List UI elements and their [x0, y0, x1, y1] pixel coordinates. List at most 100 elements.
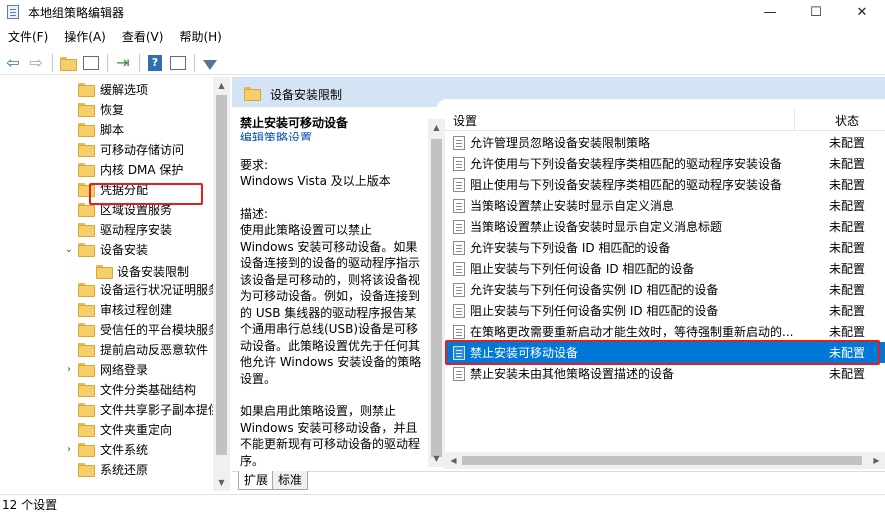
- help-icon: ?: [148, 54, 162, 71]
- menu-view[interactable]: 查看(V): [114, 27, 172, 47]
- policy-setting-icon: [453, 198, 465, 213]
- scroll-down-icon[interactable]: ▼: [213, 474, 230, 491]
- maximize-button[interactable]: ☐: [793, 0, 839, 24]
- tab-standard[interactable]: 标准: [272, 471, 309, 490]
- policy-setting-icon: [453, 324, 465, 339]
- tree-item-device-install[interactable]: ⌄ 设备安装: [60, 239, 148, 259]
- folder-icon: [78, 383, 95, 397]
- tree-item[interactable]: 内核 DMA 保护: [66, 159, 183, 179]
- policy-state: 未配置: [829, 262, 866, 276]
- policy-row[interactable]: 阻止使用与下列设备安装程序类相匹配的驱动程序安装设备 未配置: [445, 174, 885, 195]
- expand-toggle[interactable]: ⌄: [60, 244, 78, 255]
- scroll-left-icon[interactable]: ◀: [445, 452, 462, 469]
- description-scrollbar[interactable]: ▲ ▼: [428, 119, 445, 467]
- status-bar: 12 个设置: [0, 494, 885, 514]
- tree-item[interactable]: 审核过程创建: [66, 299, 172, 319]
- tree-item-label: 提前启动反恶意软件: [100, 342, 209, 357]
- tree-item[interactable]: 缓解选项: [66, 79, 148, 99]
- policy-state: 未配置: [829, 241, 866, 255]
- column-header-setting[interactable]: 设置: [453, 112, 477, 129]
- tree-item[interactable]: 恢复: [66, 99, 124, 119]
- menu-bar: 文件(F) 操作(A) 查看(V) 帮助(H): [0, 27, 230, 47]
- toolbar-divider: [52, 53, 53, 72]
- description-label: 描述:: [240, 206, 269, 221]
- policy-row[interactable]: 允许使用与下列设备安装程序类相匹配的驱动程序安装设备 未配置: [445, 153, 885, 174]
- show-hide-tree-button[interactable]: [80, 53, 102, 73]
- tree-item[interactable]: 文件夹重定向: [66, 419, 172, 439]
- column-divider[interactable]: [794, 109, 795, 131]
- policy-name: 当策略设置禁止设备安装时显示自定义消息标题: [470, 220, 723, 234]
- policy-row[interactable]: 阻止安装与下列任何设备实例 ID 相匹配的设备 未配置: [445, 300, 885, 321]
- folder-icon: [78, 143, 95, 157]
- scroll-down-icon[interactable]: ▼: [428, 450, 445, 467]
- policy-row[interactable]: 允许安装与下列设备 ID 相匹配的设备 未配置: [445, 237, 885, 258]
- policy-row[interactable]: 允许管理员忽略设备安装限制策略 未配置: [445, 132, 885, 153]
- forward-arrow-icon: ⇨: [29, 52, 43, 72]
- scroll-right-icon[interactable]: ▶: [868, 452, 885, 469]
- help-button[interactable]: ?: [144, 53, 166, 73]
- tree-scrollbar-thumb[interactable]: [216, 95, 227, 455]
- tree-item-label: 恢复: [100, 102, 125, 117]
- tree-item[interactable]: › 文件系统: [60, 439, 148, 459]
- app-icon: [6, 4, 22, 20]
- policy-row[interactable]: 在策略更改需要重新启动才能生效时，等待强制重新启动的... 未配置: [445, 321, 885, 342]
- view-tabs: 扩展 标准: [232, 471, 885, 491]
- scroll-up-icon[interactable]: ▲: [428, 119, 445, 136]
- policy-row[interactable]: 允许安装与下列任何设备实例 ID 相匹配的设备 未配置: [445, 279, 885, 300]
- up-one-level-button[interactable]: [57, 53, 79, 73]
- tree-item[interactable]: › 网络登录: [60, 359, 148, 379]
- expand-toggle[interactable]: ›: [60, 364, 78, 375]
- policy-row[interactable]: 当策略设置禁止设备安装时显示自定义消息标题 未配置: [445, 216, 885, 237]
- policy-name: 允许管理员忽略设备安装限制策略: [470, 136, 651, 150]
- description-text: 使用此策略设置可以禁止 Windows 安装可移动设备。如果设备连接到的设备的驱…: [240, 223, 422, 386]
- tree-item-label: 文件夹重定向: [100, 422, 173, 437]
- scroll-up-icon[interactable]: ▲: [213, 77, 230, 94]
- tree-item-label: 设备安装限制: [117, 264, 190, 279]
- column-header-state[interactable]: 状态: [835, 112, 859, 129]
- policy-name: 阻止安装与下列任何设备实例 ID 相匹配的设备: [470, 304, 719, 318]
- tree-item-label: 设备安装: [100, 242, 149, 257]
- menu-action[interactable]: 操作(A): [56, 27, 114, 47]
- properties-button[interactable]: [167, 53, 189, 73]
- menu-file[interactable]: 文件(F): [0, 27, 56, 47]
- expand-toggle[interactable]: ›: [60, 444, 78, 455]
- list-horizontal-scrollbar[interactable]: ◀ ▶: [445, 452, 885, 469]
- tree-item-label: 系统还原: [100, 462, 149, 477]
- policy-state: 未配置: [829, 157, 866, 171]
- menu-help[interactable]: 帮助(H): [171, 27, 229, 47]
- close-button[interactable]: ✕: [839, 0, 885, 24]
- details-header-title: 设备安装限制: [270, 88, 343, 102]
- folder-icon: [244, 87, 261, 101]
- tree-scrollbar[interactable]: ▲ ▼: [213, 77, 230, 491]
- policy-row[interactable]: 阻止安装与下列任何设备 ID 相匹配的设备 未配置: [445, 258, 885, 279]
- tree-item-label: 审核过程创建: [100, 302, 173, 317]
- description-text-2: 如果启用此策略设置，则禁止 Windows 安装可移动设备，并且不能更新现有可移…: [240, 404, 421, 468]
- back-button[interactable]: ⇦: [2, 53, 24, 73]
- tree-item[interactable]: 系统还原: [66, 459, 148, 479]
- policy-row[interactable]: 禁止安装未由其他策略设置描述的设备 未配置: [445, 363, 885, 384]
- policy-name: 允许使用与下列设备安装程序类相匹配的驱动程序安装设备: [470, 157, 783, 171]
- tree-item[interactable]: 设备运行状况证明服务: [66, 279, 220, 299]
- policy-setting-icon: [453, 219, 465, 234]
- export-list-button[interactable]: ⇥: [112, 53, 134, 73]
- tree-item[interactable]: 文件共享影子副本提供程序: [66, 399, 229, 419]
- folder-icon: [78, 343, 95, 357]
- list-scrollbar-thumb[interactable]: [462, 456, 862, 465]
- tab-extended[interactable]: 扩展: [238, 471, 275, 490]
- forward-button[interactable]: ⇨: [25, 53, 47, 73]
- tree-item[interactable]: 可移动存储访问: [66, 139, 184, 159]
- tree-item[interactable]: 受信任的平台模块服务: [66, 319, 220, 339]
- policy-state: 未配置: [829, 136, 866, 150]
- description-scrollbar-thumb[interactable]: [431, 139, 442, 457]
- minimize-button[interactable]: —: [747, 0, 793, 24]
- tree-item[interactable]: 脚本: [66, 119, 124, 139]
- filter-button[interactable]: [199, 53, 221, 73]
- tree-item[interactable]: 驱动程序安装: [66, 219, 172, 239]
- tree-item[interactable]: 文件分类基础结构: [66, 379, 196, 399]
- policy-row[interactable]: 当策略设置禁止安装时显示自定义消息 未配置: [445, 195, 885, 216]
- tree-item[interactable]: 提前启动反恶意软件: [66, 339, 208, 359]
- details-header: 设备安装限制: [232, 77, 885, 109]
- tree-pane: 缓解选项 恢复 脚本 可移动存储访问 内核 DMA 保护 凭据分配 区域设置服务…: [0, 77, 230, 491]
- tree-item-device-install-restrictions[interactable]: 设备安装限制: [84, 261, 189, 281]
- tree-item-label: 缓解选项: [100, 82, 149, 97]
